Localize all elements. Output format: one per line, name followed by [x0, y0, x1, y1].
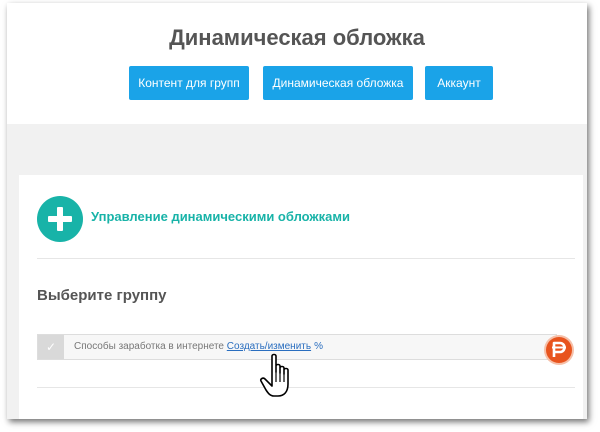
- group-name: Способы заработка в интернете: [74, 341, 224, 352]
- nav-button-group-content[interactable]: Контент для групп: [129, 66, 249, 100]
- logo-icon: [546, 337, 572, 363]
- nav-button-account[interactable]: Аккаунт: [425, 66, 493, 100]
- plus-circle-icon[interactable]: [37, 196, 83, 242]
- page-title: Динамическая обложка: [169, 25, 425, 50]
- group-checkbox[interactable]: ✓: [38, 335, 64, 359]
- choose-group-label: Выберите группу: [37, 287, 167, 304]
- divider: [37, 258, 575, 259]
- section-title: Управление динамическими обложками: [91, 209, 350, 224]
- create-edit-link[interactable]: Создать/изменить: [227, 341, 311, 352]
- hand-cursor-icon: [258, 352, 308, 402]
- link-icon: %: [314, 341, 323, 352]
- nav-button-dynamic-cover[interactable]: Динамическая обложка: [263, 66, 413, 100]
- page-header: Динамическая обложка Контент для групп Д…: [7, 3, 587, 124]
